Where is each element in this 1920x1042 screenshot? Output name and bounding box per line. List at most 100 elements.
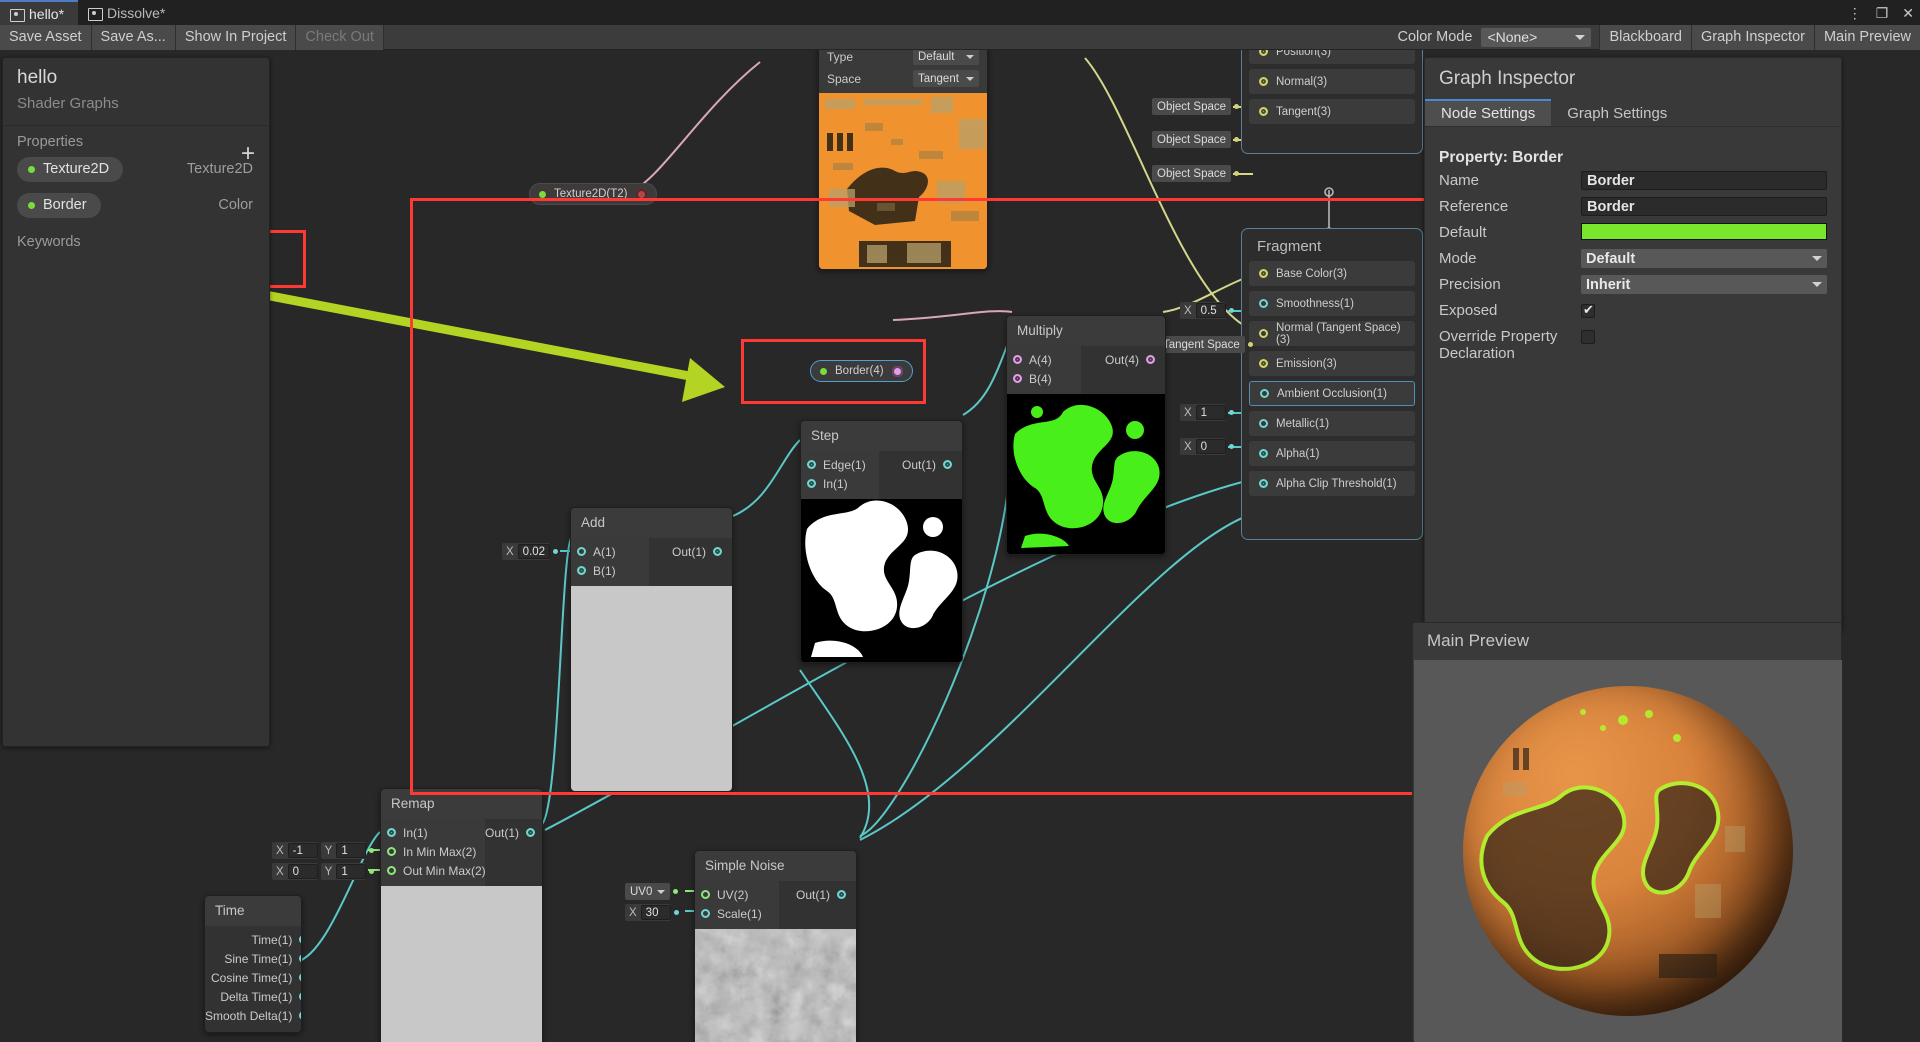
port-dot-icon[interactable] [299, 973, 301, 982]
main-preview-toggle[interactable]: Main Preview [1813, 24, 1920, 50]
save-asset-button[interactable]: Save Asset [0, 24, 92, 50]
blackboard-panel[interactable]: hello Shader Graphs + Properties Texture… [2, 57, 270, 747]
vertex-context-block[interactable]: Vertex Position(3) Normal(3) Tangent(3) [1241, 50, 1423, 154]
port-dot-icon[interactable] [1259, 419, 1268, 428]
port-dot-icon[interactable] [1259, 479, 1268, 488]
maximize-icon[interactable]: ❐ [1876, 6, 1889, 20]
port-dot-icon[interactable] [1259, 449, 1268, 458]
remap-out-max-value[interactable]: 1 [336, 864, 367, 879]
remap-in-max-field[interactable]: Y 1 [320, 842, 367, 859]
fragment-context-block[interactable]: Fragment Base Color(3) Smoothness(1) Nor… [1241, 228, 1423, 540]
blackboard-toggle[interactable]: Blackboard [1599, 24, 1691, 50]
graph-inspector-toggle[interactable]: Graph Inspector [1690, 24, 1814, 50]
port-add-a[interactable]: A(1) [577, 542, 635, 561]
port-dot-icon[interactable] [1259, 299, 1268, 308]
port-smooth-delta[interactable]: Smooth Delta(1) [205, 1006, 301, 1025]
port-dot-icon[interactable] [1259, 107, 1268, 116]
metallic-float-field[interactable]: X 0 [1180, 438, 1226, 455]
port-dot-icon[interactable] [299, 935, 301, 944]
port-remap-out[interactable]: Out(1) [485, 823, 536, 842]
port-dot-icon[interactable] [577, 566, 586, 575]
token-output-port-icon[interactable] [891, 365, 903, 377]
port-dot-icon[interactable] [1146, 355, 1155, 364]
name-input[interactable]: Border [1581, 171, 1827, 190]
port-noise-scale[interactable]: Scale(1) [701, 904, 765, 923]
fragment-row-alpha-clip-threshold[interactable]: Alpha Clip Threshold(1) [1249, 471, 1415, 496]
port-noise-uv[interactable]: UV(2) [701, 885, 765, 904]
port-remap-in[interactable]: In(1) [387, 823, 471, 842]
vertex-row-normal[interactable]: Normal(3) [1249, 69, 1415, 94]
port-dot-icon[interactable] [1259, 329, 1268, 338]
fragment-row-smoothness[interactable]: Smoothness(1) [1249, 291, 1415, 316]
fragment-row-alpha[interactable]: Alpha(1) [1249, 441, 1415, 466]
node-sample-texture-2d[interactable]: Type Default Space Tangent [818, 50, 988, 270]
port-dot-icon[interactable] [713, 547, 722, 556]
node-remap[interactable]: Remap In(1) In Min Max(2) Out Min Max(2) [380, 788, 543, 1042]
token-output-port-icon[interactable] [635, 188, 647, 200]
port-time[interactable]: Time(1) [205, 930, 301, 949]
smoothness-value[interactable]: 0.5 [1195, 303, 1226, 318]
token-border[interactable]: Border(4) [810, 360, 913, 382]
tab-dissolve[interactable]: Dissolve* [78, 0, 179, 25]
main-preview-viewport[interactable] [1414, 660, 1842, 1042]
node-add[interactable]: Add A(1) B(1) Out(1) [570, 507, 733, 792]
port-step-edge[interactable]: Edge(1) [807, 455, 866, 474]
show-in-project-button[interactable]: Show In Project [175, 24, 297, 50]
port-dot-icon[interactable] [701, 909, 710, 918]
port-dot-icon[interactable] [387, 828, 396, 837]
port-sine-time[interactable]: Sine Time(1) [205, 949, 301, 968]
port-multiply-a[interactable]: A(4) [1013, 350, 1067, 369]
port-dot-icon[interactable] [807, 460, 816, 469]
node-multiply[interactable]: Multiply A(4) B(4) Out(4) [1006, 315, 1166, 555]
texture-space-dropdown[interactable]: Tangent [913, 70, 979, 87]
port-remap-in-min-max[interactable]: In Min Max(2) [387, 842, 476, 861]
port-dot-icon[interactable] [526, 828, 536, 837]
tab-hello[interactable]: hello* [0, 0, 79, 25]
vertex-row-tangent[interactable]: Tangent(3) [1249, 99, 1415, 124]
uv-channel-dropdown[interactable]: UV0 [625, 883, 671, 900]
port-dot-icon[interactable] [807, 479, 816, 488]
tab-node-settings[interactable]: Node Settings [1425, 99, 1552, 126]
port-cosine-time[interactable]: Cosine Time(1) [205, 968, 301, 987]
override-declaration-checkbox[interactable] [1581, 330, 1595, 344]
default-color-swatch[interactable] [1581, 223, 1827, 240]
port-remap-out-min-max[interactable]: Out Min Max(2) [387, 861, 486, 880]
property-pill[interactable]: Texture2D [17, 156, 124, 182]
port-dot-icon[interactable] [943, 460, 952, 469]
mode-dropdown[interactable]: Default [1581, 249, 1827, 268]
port-dot-icon[interactable] [1259, 50, 1268, 56]
port-step-out[interactable]: Out(1) [879, 455, 952, 474]
port-dot-icon[interactable] [299, 1011, 301, 1020]
node-simple-noise[interactable]: Simple Noise UV(2) Scale(1) Out(1) [694, 850, 857, 1042]
port-multiply-b[interactable]: B(4) [1013, 369, 1067, 388]
port-step-in[interactable]: In(1) [807, 474, 865, 493]
main-preview-panel[interactable]: Main Preview [1412, 622, 1842, 1042]
port-dot-icon[interactable] [1013, 355, 1022, 364]
port-dot-icon[interactable] [1260, 389, 1269, 398]
close-icon[interactable]: ✕ [1902, 6, 1914, 20]
ambient-occlusion-float-field[interactable]: X 1 [1180, 404, 1226, 421]
remap-in-min-value[interactable]: -1 [287, 843, 318, 858]
property-pill[interactable]: Border [17, 192, 101, 218]
remap-out-max-field[interactable]: Y 1 [320, 863, 367, 880]
node-time[interactable]: Time Time(1) Sine Time(1) Cosine Time(1) [204, 895, 302, 1033]
noise-scale-value[interactable]: 30 [640, 905, 671, 920]
port-multiply-out[interactable]: Out(4) [1081, 350, 1155, 369]
port-noise-out[interactable]: Out(1) [779, 885, 846, 904]
smoothness-float-field[interactable]: X 0.5 [1180, 302, 1226, 319]
port-delta-time[interactable]: Delta Time(1) [205, 987, 301, 1006]
blackboard-item-texture2d[interactable]: Texture2D Texture2D [3, 154, 269, 184]
port-add-b[interactable]: B(1) [577, 561, 635, 580]
tab-graph-settings[interactable]: Graph Settings [1551, 99, 1683, 126]
fragment-row-base-color[interactable]: Base Color(3) [1249, 261, 1415, 286]
remap-in-min-field[interactable]: X -1 [272, 842, 318, 859]
port-dot-icon[interactable] [837, 890, 846, 899]
fragment-row-metallic[interactable]: Metallic(1) [1249, 411, 1415, 436]
blackboard-item-border[interactable]: Border Color [3, 190, 269, 220]
token-texture2d[interactable]: Texture2D(T2) [529, 183, 657, 205]
exposed-checkbox[interactable] [1581, 302, 1595, 318]
precision-dropdown[interactable]: Inherit [1581, 275, 1827, 294]
reference-input[interactable]: Border [1581, 197, 1827, 216]
fragment-row-ambient-occlusion[interactable]: Ambient Occlusion(1) [1249, 381, 1415, 406]
add-a-value[interactable]: 0.02 [517, 544, 551, 559]
